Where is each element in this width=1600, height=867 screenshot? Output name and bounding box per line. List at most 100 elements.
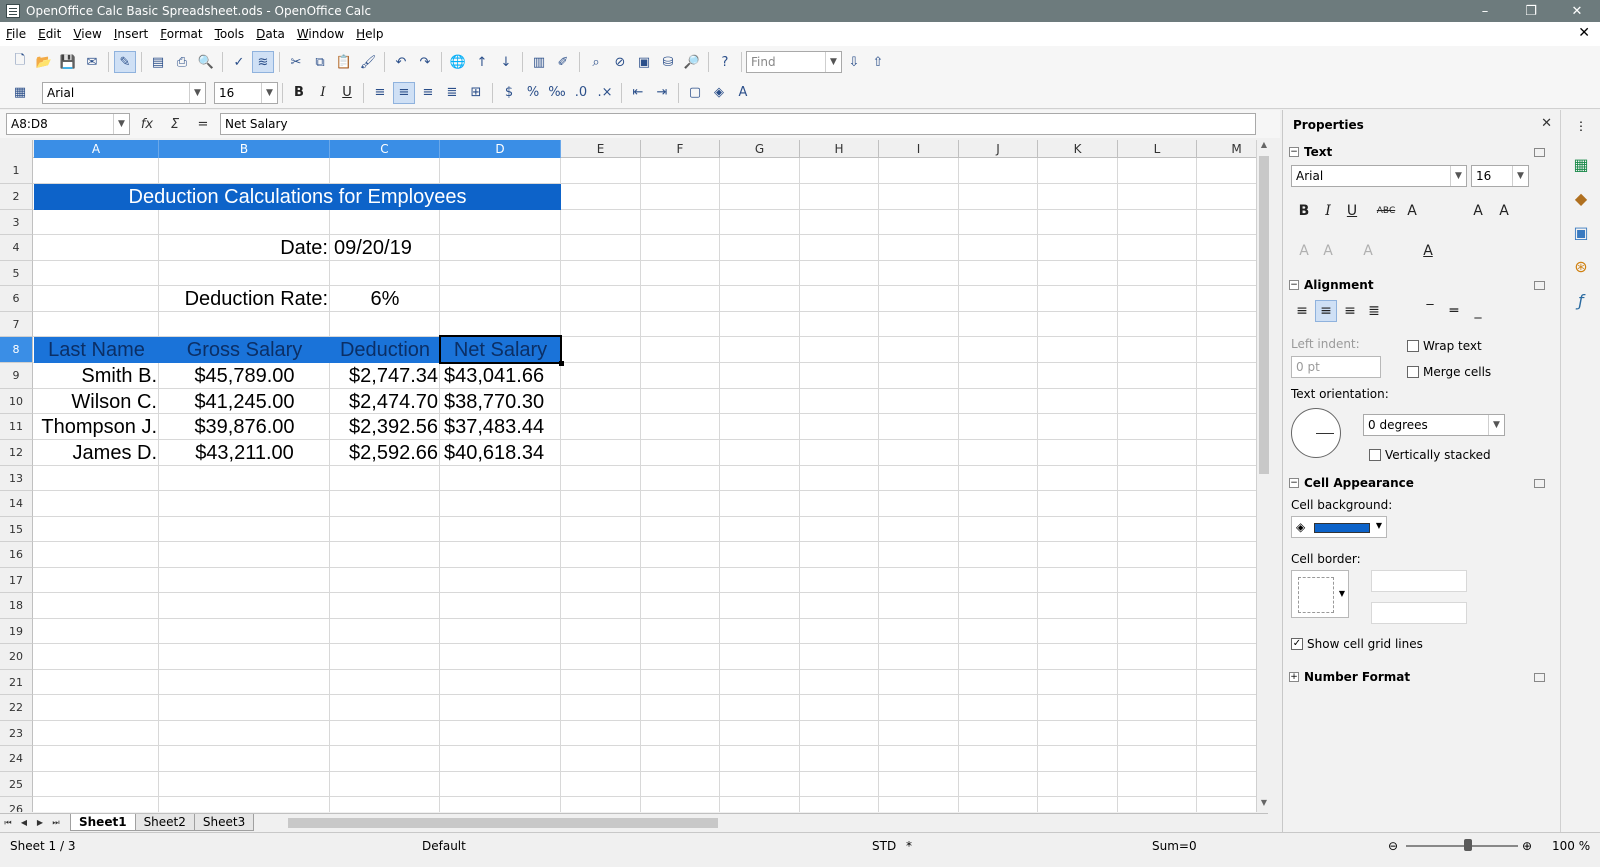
align-middle-icon[interactable]: ═ xyxy=(1443,300,1465,322)
row-header-22[interactable]: 22 xyxy=(0,695,33,721)
row-header-11[interactable]: 11 xyxy=(0,414,33,440)
zoom-icon[interactable]: 🔎 xyxy=(681,51,703,73)
gallery-tab-icon[interactable]: ▣ xyxy=(1569,220,1593,244)
scroll-up-icon[interactable]: ▲ xyxy=(1257,140,1271,154)
chevron-down-icon[interactable]: ▼ xyxy=(261,82,277,103)
row-header-25[interactable]: 25 xyxy=(0,772,33,797)
cut-icon[interactable]: ✂ xyxy=(285,51,307,73)
clone-formatting-icon[interactable]: 🖌 xyxy=(357,51,379,73)
close-window-button[interactable]: ✕ xyxy=(1554,0,1600,22)
more-options-icon[interactable] xyxy=(1534,672,1545,682)
selection-mode[interactable]: STD xyxy=(872,839,896,853)
menu-tools[interactable]: Tools xyxy=(209,27,251,41)
column-header-b[interactable]: B xyxy=(159,140,330,158)
column-header-c[interactable]: C xyxy=(330,140,440,158)
chevron-down-icon[interactable]: ▼ xyxy=(1450,166,1466,186)
data-sources-icon[interactable]: ⛁ xyxy=(657,51,679,73)
header-cell-gross-salary[interactable]: Gross Salary xyxy=(159,337,330,363)
column-header-h[interactable]: H xyxy=(800,140,879,158)
font-name-select[interactable]: Arial ▼ xyxy=(42,81,206,104)
number-format-section-header[interactable]: + Number Format xyxy=(1289,668,1547,686)
column-header-f[interactable]: F xyxy=(641,140,720,158)
sidebar-italic-icon[interactable]: I xyxy=(1317,200,1339,222)
font-color-icon[interactable]: A xyxy=(732,82,754,104)
bold-button[interactable]: B xyxy=(288,82,310,104)
draw-functions-icon[interactable]: ✐ xyxy=(552,51,574,73)
chevron-down-icon[interactable]: ▼ xyxy=(1339,589,1345,598)
find-replace-icon[interactable]: ⌕ xyxy=(585,51,607,73)
sheet-title[interactable]: Deduction Calculations for Employees xyxy=(34,184,561,210)
orientation-select[interactable]: 0 degrees ▼ xyxy=(1363,414,1505,436)
menu-edit[interactable]: Edit xyxy=(32,27,67,41)
sheet-tab-1[interactable]: Sheet1 xyxy=(70,814,136,831)
zoom-out-icon[interactable]: ⊖ xyxy=(1388,839,1398,853)
row-header-9[interactable]: 9 xyxy=(0,363,33,389)
percent-format-icon[interactable]: % xyxy=(522,82,544,104)
row-header-19[interactable]: 19 xyxy=(0,619,33,644)
first-sheet-icon[interactable]: ⏮ xyxy=(0,815,16,831)
data-cell[interactable]: $43,041.66 xyxy=(440,363,561,389)
menu-file[interactable]: File xyxy=(0,27,32,41)
align-top-icon[interactable]: ‾ xyxy=(1419,300,1441,322)
email-icon[interactable]: ✉ xyxy=(81,51,103,73)
column-header-d[interactable]: D xyxy=(440,140,561,158)
next-sheet-icon[interactable]: ▶ xyxy=(32,815,48,831)
sidebar-align-right-icon[interactable]: ≡ xyxy=(1339,300,1361,322)
sheet-tab-2[interactable]: Sheet2 xyxy=(134,814,195,831)
functions-tab-icon[interactable]: ƒ xyxy=(1569,288,1593,312)
header-cell-last-name[interactable]: Last Name xyxy=(34,337,159,363)
row-header-8[interactable]: 8 xyxy=(0,337,33,363)
align-right-icon[interactable]: ≡ xyxy=(417,82,439,104)
find-previous-icon[interactable]: ⇧ xyxy=(867,51,889,73)
print-preview-icon[interactable]: 🔍 xyxy=(195,51,217,73)
zoom-in-icon[interactable]: ⊕ xyxy=(1522,839,1532,853)
hyperlink-icon[interactable]: 🌐 xyxy=(447,51,469,73)
row-header-24[interactable]: 24 xyxy=(0,746,33,772)
row-header-15[interactable]: 15 xyxy=(0,517,33,542)
properties-tab-icon[interactable]: ▦ xyxy=(1569,152,1593,176)
paste-icon[interactable]: 📋 xyxy=(333,51,355,73)
row-header-16[interactable]: 16 xyxy=(0,542,33,568)
row-header-13[interactable]: 13 xyxy=(0,466,33,491)
row-header-6[interactable]: 6 xyxy=(0,286,33,312)
data-cell[interactable]: $2,592.66 xyxy=(330,440,440,466)
menu-format[interactable]: Format xyxy=(154,27,208,41)
sum-icon[interactable]: Σ xyxy=(164,113,186,135)
increase-indent-icon[interactable]: ⇥ xyxy=(651,82,673,104)
sidebar-underline-icon[interactable]: U xyxy=(1341,200,1363,222)
page-style[interactable]: Default xyxy=(422,839,466,853)
data-cell[interactable]: Smith B. xyxy=(34,363,159,389)
row-header-12[interactable]: 12 xyxy=(0,440,33,466)
wrap-text-checkbox[interactable] xyxy=(1407,340,1419,352)
chevron-down-icon[interactable]: ▼ xyxy=(1376,521,1382,530)
column-header-a[interactable]: A xyxy=(34,140,159,158)
date-value-cell[interactable]: 09/20/19 xyxy=(330,235,440,261)
sidebar-bold-icon[interactable]: B xyxy=(1293,200,1315,222)
auto-spellcheck-icon[interactable]: ≋ xyxy=(252,51,274,73)
show-grid-lines-checkbox[interactable]: ✓ xyxy=(1291,638,1303,650)
data-cell[interactable]: $2,392.56 xyxy=(330,414,440,440)
data-cell[interactable]: James D. xyxy=(34,440,159,466)
row-header-4[interactable]: 4 xyxy=(0,235,33,261)
column-header-g[interactable]: G xyxy=(720,140,800,158)
merge-cells-icon[interactable]: ⊞ xyxy=(465,82,487,104)
collapse-icon[interactable]: − xyxy=(1289,147,1299,157)
data-cell[interactable]: $40,618.34 xyxy=(440,440,561,466)
row-header-1[interactable]: 1 xyxy=(0,158,33,184)
cell-border-picker[interactable]: ▼ xyxy=(1291,570,1349,618)
row-header-10[interactable]: 10 xyxy=(0,389,33,414)
redo-icon[interactable]: ↷ xyxy=(414,51,436,73)
italic-button[interactable]: I xyxy=(312,82,334,104)
currency-format-icon[interactable]: $ xyxy=(498,82,520,104)
data-cell[interactable]: $38,770.30 xyxy=(440,389,561,415)
last-sheet-icon[interactable]: ⏭ xyxy=(48,815,64,831)
function-icon[interactable]: = xyxy=(192,113,214,135)
horizontal-scrollbar[interactable] xyxy=(280,816,1260,830)
print-icon[interactable]: ⎙ xyxy=(171,51,193,73)
previous-sheet-icon[interactable]: ◀ xyxy=(16,815,32,831)
data-cell[interactable]: $43,211.00 xyxy=(159,440,330,466)
styles-icon[interactable]: ▦ xyxy=(9,82,31,104)
data-cell[interactable]: Wilson C. xyxy=(34,389,159,415)
align-left-icon[interactable]: ≡ xyxy=(369,82,391,104)
chevron-down-icon[interactable]: ▼ xyxy=(825,52,841,72)
